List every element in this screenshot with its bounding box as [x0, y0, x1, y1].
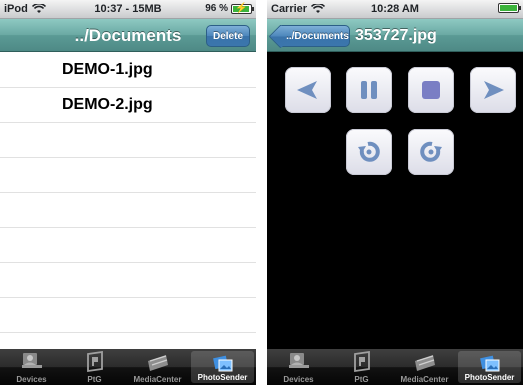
rotate-left-icon	[358, 141, 380, 162]
tab-label: PhotoSender	[464, 373, 515, 382]
battery-icon: ⚡	[231, 2, 254, 14]
navigation-bar: ../Documents Delete	[0, 19, 256, 52]
stop-button[interactable]	[408, 67, 454, 113]
ptg-icon	[86, 351, 103, 373]
tab-label: Devices	[283, 375, 314, 384]
status-bar: Carrier 10:28 AM	[267, 0, 523, 19]
empty-row	[0, 228, 256, 263]
tab-mediacenter[interactable]: MediaCenter	[126, 349, 189, 385]
previous-button[interactable]	[285, 67, 331, 113]
mediacenter-icon	[147, 355, 168, 371]
tab-label: PtG	[354, 375, 369, 384]
tab-ptg[interactable]: PtG	[63, 349, 126, 385]
empty-row	[0, 123, 256, 158]
battery-icon	[498, 3, 521, 13]
status-right	[498, 3, 521, 13]
tab-mediacenter[interactable]: MediaCenter	[393, 349, 456, 385]
tab-devices[interactable]: Devices	[0, 349, 63, 385]
tab-bar: Devices PtG MediaCenter PhotoSender	[267, 349, 523, 385]
charging-bolt-icon: ⚡	[235, 2, 248, 14]
file-name: DEMO-1.jpg	[62, 61, 153, 78]
tab-photosender[interactable]: PhotoSender	[458, 351, 521, 383]
clock-label: 10:28 AM	[371, 3, 419, 15]
delete-button[interactable]: Delete	[206, 25, 250, 47]
file-row[interactable]: DEMO-1.jpg	[0, 53, 256, 88]
stop-icon	[422, 81, 440, 99]
tab-label: Devices	[16, 375, 47, 384]
status-bar: iPod 10:37 - 15MB 96 % ⚡	[0, 0, 256, 19]
battery-percent: 96 %	[205, 3, 228, 14]
devices-icon	[288, 353, 309, 368]
photo-viewer-screen: Carrier 10:28 AM ../Documents 353727.jpg	[267, 0, 523, 385]
status-right: 96 % ⚡	[205, 2, 254, 14]
tab-devices[interactable]: Devices	[267, 349, 330, 385]
empty-row	[0, 158, 256, 193]
photosender-icon	[212, 355, 232, 372]
navigation-bar: ../Documents 353727.jpg	[267, 19, 523, 52]
pause-icon	[361, 81, 377, 99]
tab-label: PhotoSender	[197, 373, 248, 382]
empty-row	[0, 263, 256, 298]
tab-photosender[interactable]: PhotoSender	[191, 351, 254, 383]
file-row[interactable]: DEMO-2.jpg	[0, 88, 256, 123]
page-title: 353727.jpg	[355, 27, 437, 44]
tab-ptg[interactable]: PtG	[330, 349, 393, 385]
empty-row	[0, 298, 256, 333]
mediacenter-icon	[414, 355, 435, 371]
tab-label: MediaCenter	[133, 375, 182, 384]
tab-label: MediaCenter	[400, 375, 449, 384]
photosender-icon	[479, 355, 499, 372]
next-icon	[484, 81, 504, 99]
rotate-left-button[interactable]	[346, 129, 392, 175]
back-button[interactable]: ../Documents	[280, 25, 350, 47]
previous-icon	[297, 81, 317, 99]
empty-row	[0, 193, 256, 228]
ptg-icon	[353, 351, 370, 373]
rotate-right-button[interactable]	[408, 129, 454, 175]
rotate-right-icon	[420, 141, 442, 162]
photo-viewer	[267, 53, 523, 349]
file-list: DEMO-1.jpg DEMO-2.jpg	[0, 53, 256, 349]
file-name: DEMO-2.jpg	[62, 96, 153, 113]
pause-button[interactable]	[346, 67, 392, 113]
tab-label: PtG	[87, 375, 102, 384]
documents-screen: iPod 10:37 - 15MB 96 % ⚡ ../Documents De…	[0, 0, 256, 385]
screenshot-composite: iPod 10:37 - 15MB 96 % ⚡ ../Documents De…	[0, 0, 523, 385]
tab-bar: Devices PtG MediaCenter PhotoSender	[0, 349, 256, 385]
next-button[interactable]	[470, 67, 516, 113]
back-button-label: ../Documents	[286, 30, 349, 42]
devices-icon	[21, 353, 42, 368]
